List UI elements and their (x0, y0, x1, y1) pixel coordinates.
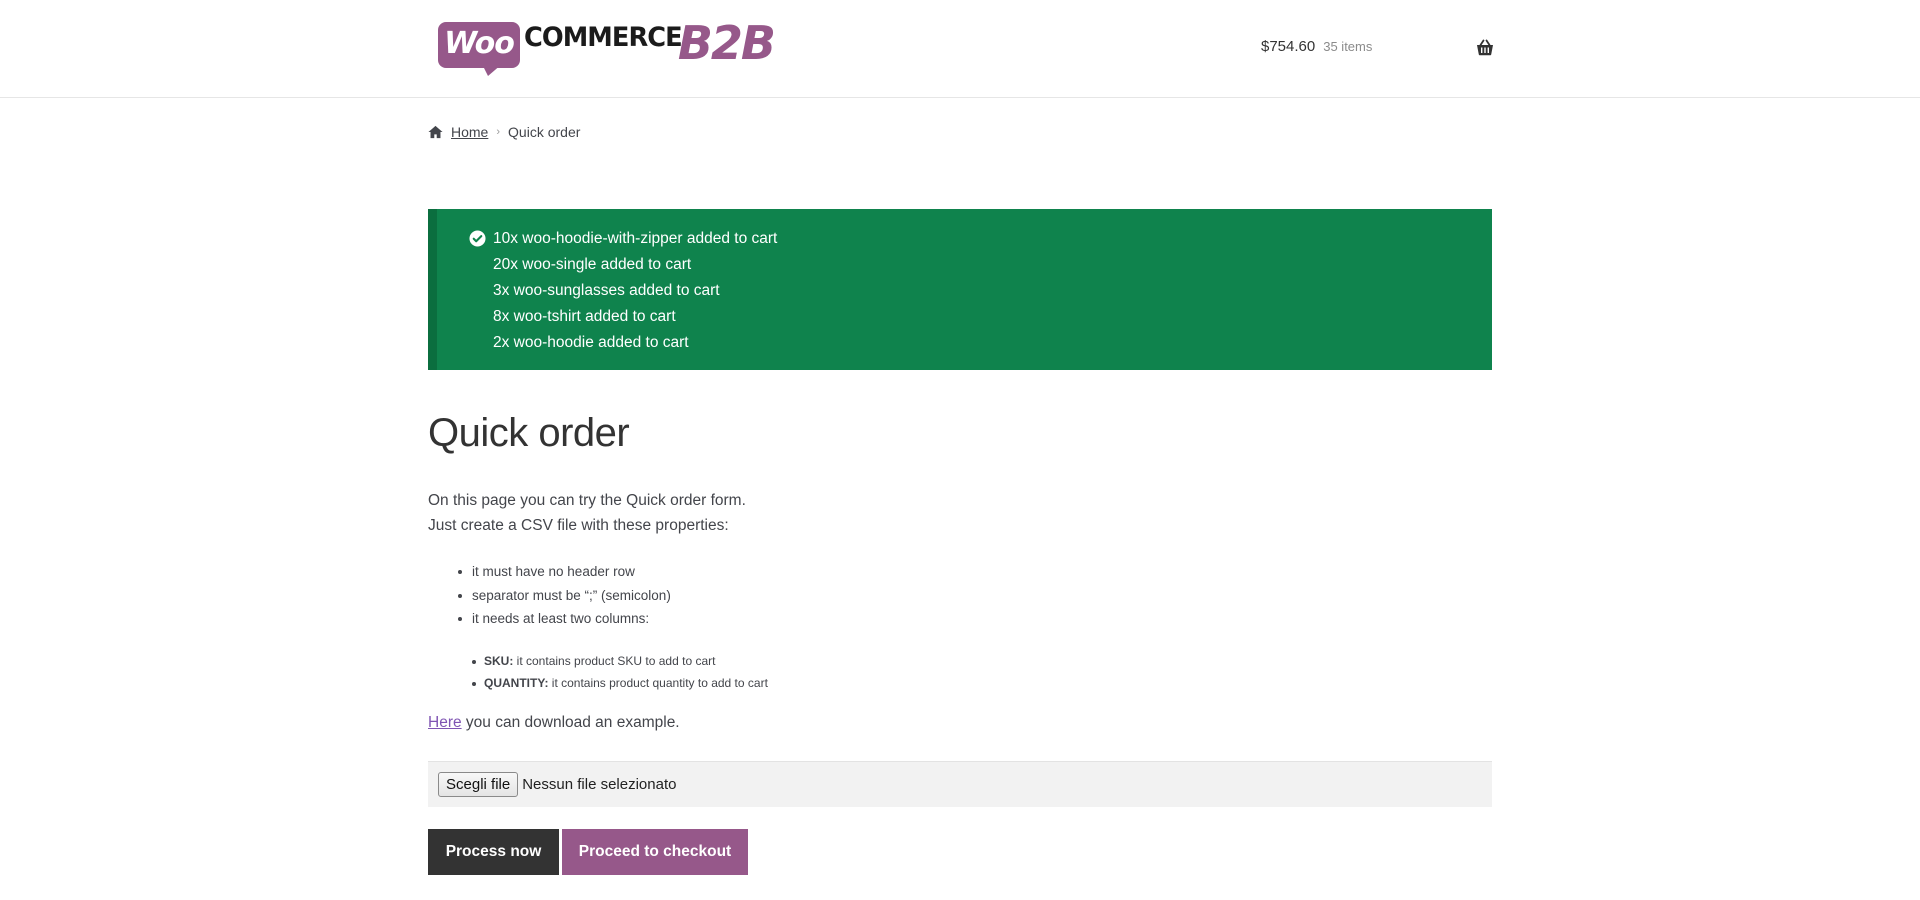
logo-b2b-text: B2B (677, 16, 776, 70)
breadcrumb-separator: › (496, 126, 501, 138)
notice-message: 10x woo-hoodie-with-zipper added to cart (493, 230, 778, 247)
basket-icon[interactable] (1475, 38, 1495, 58)
cart-count: 35 items (1323, 39, 1373, 54)
breadcrumb-home-link[interactable]: Home (451, 124, 488, 140)
list-item: SKU: it contains product SKU to add to c… (472, 651, 1492, 673)
success-notice: 10x woo-hoodie-with-zipper added to cart… (428, 209, 1492, 370)
example-text: Here you can download an example. (428, 714, 1492, 732)
column-name: SKU: (484, 654, 514, 668)
site-header: Woo COMMERCE B2B $754.60 35 items (0, 0, 1920, 98)
site-logo[interactable]: Woo COMMERCE B2B (438, 16, 776, 80)
woo-logo-badge: Woo (438, 18, 520, 76)
column-desc: it contains product SKU to add to cart (513, 654, 716, 668)
cart-amount: $754.60 (1261, 38, 1316, 55)
notice-message: 2x woo-hoodie added to cart (493, 334, 689, 351)
file-upload-row: Scegli file Nessun file selezionato (428, 761, 1492, 807)
intro-line: Just create a CSV file with these proper… (428, 517, 729, 534)
list-item: it must have no header row (458, 560, 1492, 584)
proceed-to-checkout-button[interactable]: Proceed to checkout (562, 829, 748, 875)
column-name: QUANTITY: (484, 675, 549, 690)
list-item: separator must be “;” (semicolon) (458, 584, 1492, 608)
notice-message: 3x woo-sunglasses added to cart (493, 282, 720, 299)
list-item: it needs at least two columns: (458, 607, 1492, 631)
intro-line: On this page you can try the Quick order… (428, 492, 746, 509)
process-now-button[interactable]: Process now (428, 829, 559, 875)
requirements-list: it must have no header row separator mus… (428, 560, 1492, 631)
page-title: Quick order (428, 411, 630, 455)
notice-message: 8x woo-tshirt added to cart (493, 308, 676, 325)
logo-commerce-text: COMMERCE (523, 22, 683, 53)
action-buttons: Process now Proceed to checkout (428, 829, 1492, 875)
column-desc: it contains product quantity to add to c… (548, 675, 768, 690)
notice-message: 20x woo-single added to cart (493, 256, 692, 273)
header-cart[interactable]: $754.60 35 items (1261, 38, 1493, 60)
intro-text: On this page you can try the Quick order… (428, 488, 1492, 538)
logo-woo-text: Woo (444, 26, 515, 61)
file-status: Nessun file selezionato (522, 776, 677, 793)
check-circle-icon (469, 230, 486, 247)
choose-file-button[interactable]: Scegli file (438, 772, 519, 797)
breadcrumb-current: Quick order (508, 124, 581, 140)
columns-list: SKU: it contains product SKU to add to c… (428, 651, 1492, 694)
download-example-link[interactable]: Here (428, 714, 462, 731)
breadcrumb: Home › Quick order (428, 124, 1492, 140)
home-icon (428, 125, 443, 139)
list-item: QUANTITY: it contains product quantity t… (472, 673, 1492, 695)
example-suffix: you can download an example. (461, 714, 680, 731)
